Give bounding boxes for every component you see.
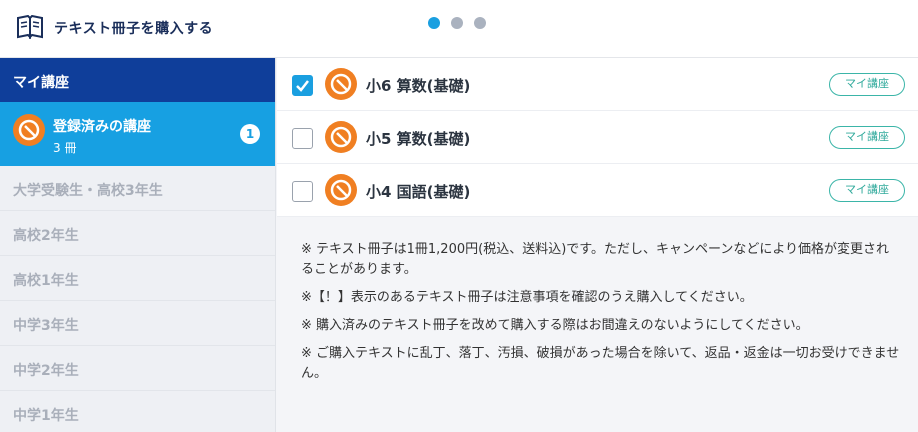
count-badge: 1: [240, 124, 260, 144]
course-list-panel: 小6 算数(基礎) マイ講座 小5 算数(基礎) マイ講座 小4 国語(基礎) …: [277, 58, 918, 432]
course-row[interactable]: 小6 算数(基礎) マイ講座: [277, 58, 918, 111]
note-text: ※ 購入済みのテキスト冊子を改めて購入する際はお間違えのないようにしてください。: [301, 318, 809, 333]
pager-dot-1[interactable]: [428, 17, 440, 29]
sidebar-item-category[interactable]: 高校1年生: [0, 256, 275, 301]
sidebar: マイ講座 登録済みの講座 3 冊 1 大学受験生・高校3年生 高校2年生 高校1…: [0, 58, 276, 432]
purchase-notes: ※ テキスト冊子は1冊1,200円(税込、送料込)です。ただし、キャンペーンなど…: [301, 240, 901, 392]
my-course-tag: マイ講座: [829, 126, 905, 149]
course-checkbox[interactable]: [292, 181, 313, 202]
pager-dot-3[interactable]: [474, 17, 486, 29]
page-header: テキスト冊子を購入する: [0, 0, 918, 58]
course-name: 小4 国語(基礎): [366, 183, 471, 201]
note-text: ※ ご購入テキストに乱丁、落丁、汚損、破損があった場合を除いて、返品・返金は一切…: [301, 346, 900, 381]
sidebar-item-category[interactable]: 中学2年生: [0, 346, 275, 391]
note-text: ※【！】表示のあるテキスト冊子は注意事項を確認のうえ購入してください。: [301, 290, 753, 305]
registered-count: 3 冊: [53, 141, 77, 155]
course-checkbox[interactable]: [292, 75, 313, 96]
note-text: ※ テキスト冊子は1冊1,200円(税込、送料込)です。ただし、キャンペーンなど…: [301, 242, 890, 277]
my-course-tag: マイ講座: [829, 73, 905, 96]
course-row[interactable]: 小4 国語(基礎) マイ講座: [277, 164, 918, 217]
sidebar-item-category[interactable]: 中学3年生: [0, 301, 275, 346]
my-courses-heading: マイ講座: [0, 58, 275, 102]
course-row[interactable]: 小5 算数(基礎) マイ講座: [277, 111, 918, 164]
sidebar-item-category[interactable]: 大学受験生・高校3年生: [0, 166, 275, 211]
my-course-tag: マイ講座: [829, 179, 905, 202]
page-title: テキスト冊子を購入する: [54, 21, 214, 37]
sidebar-item-registered[interactable]: 登録済みの講座 3 冊 1: [0, 102, 275, 166]
step-pager: [428, 17, 486, 29]
sidebar-item-category[interactable]: 中学1年生: [0, 391, 275, 432]
course-name: 小6 算数(基礎): [366, 77, 471, 95]
course-checkbox[interactable]: [292, 128, 313, 149]
registered-label: 登録済みの講座: [53, 119, 151, 135]
pager-dot-2[interactable]: [451, 17, 463, 29]
course-name: 小5 算数(基礎): [366, 130, 471, 148]
sidebar-item-category[interactable]: 高校2年生: [0, 211, 275, 256]
